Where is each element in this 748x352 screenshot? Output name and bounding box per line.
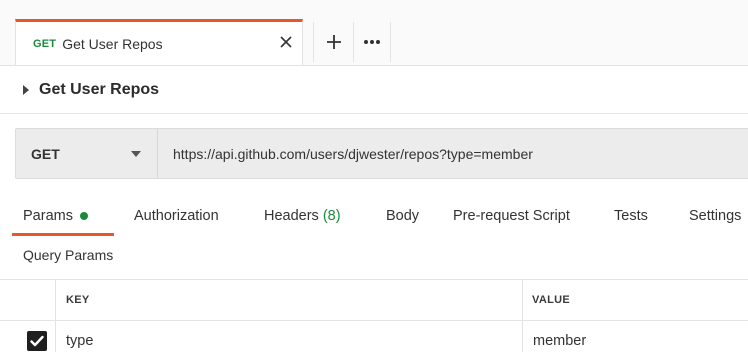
tab-pre-request-script[interactable]: Pre-request Script	[453, 196, 570, 236]
tab-title: Get User Repos	[62, 36, 163, 52]
header-value: VALUE	[532, 294, 570, 306]
tab-headers-label: Headers	[264, 208, 319, 224]
tab-settings-label: Settings	[689, 208, 742, 224]
tab-pre-request-script-label: Pre-request Script	[453, 208, 570, 224]
tab-tests-label: Tests	[614, 208, 648, 224]
method-select[interactable]: GET	[16, 129, 158, 178]
tab-settings[interactable]: Settings	[689, 196, 741, 236]
param-value[interactable]: member	[533, 321, 586, 352]
tab-tests[interactable]: Tests	[614, 196, 648, 236]
active-tab-underline	[12, 233, 114, 236]
request-name: Get User Repos	[39, 80, 160, 98]
close-icon[interactable]	[276, 32, 296, 52]
tab-authorization[interactable]: Authorization	[134, 196, 219, 236]
active-dot-icon	[79, 212, 88, 220]
column-divider	[522, 321, 523, 352]
request-tab-strip: GET Get User Repos	[0, 0, 748, 66]
url-input[interactable]	[158, 129, 748, 178]
chevron-down-icon	[131, 151, 141, 157]
column-divider	[55, 321, 56, 352]
tab-params-label: Params	[23, 208, 73, 224]
table-header: KEY VALUE	[0, 279, 748, 321]
row-checkbox[interactable]	[27, 331, 47, 351]
tab-body-label: Body	[386, 208, 420, 224]
ellipsis-icon[interactable]	[353, 22, 391, 62]
param-key[interactable]: type	[66, 321, 93, 352]
tab-headers-count: (8)	[322, 208, 341, 224]
tab-body[interactable]: Body	[386, 196, 419, 236]
query-params-title: Query Params	[23, 247, 114, 263]
tab-params[interactable]: Params	[23, 196, 88, 236]
tab-headers[interactable]: Headers (8)	[264, 196, 341, 236]
column-divider	[522, 280, 523, 320]
tab-authorization-label: Authorization	[134, 208, 219, 224]
method-value: GET	[31, 145, 60, 162]
checkmark-icon	[30, 335, 44, 347]
request-editor: GET Get User Repos Get User Repos GET Pa…	[0, 0, 748, 352]
request-name-row[interactable]: Get User Repos	[0, 66, 748, 114]
table-row: type member	[0, 321, 748, 352]
header-key: KEY	[66, 294, 90, 306]
caret-right-icon[interactable]	[23, 84, 29, 95]
column-divider	[55, 280, 56, 320]
tab-method-badge: GET	[33, 38, 57, 50]
tab-get-user-repos[interactable]: GET Get User Repos	[15, 19, 303, 66]
plus-icon[interactable]	[313, 22, 353, 62]
url-bar: GET	[15, 128, 748, 179]
request-subtabs: Params Authorization Headers (8) Body Pr…	[0, 196, 748, 236]
